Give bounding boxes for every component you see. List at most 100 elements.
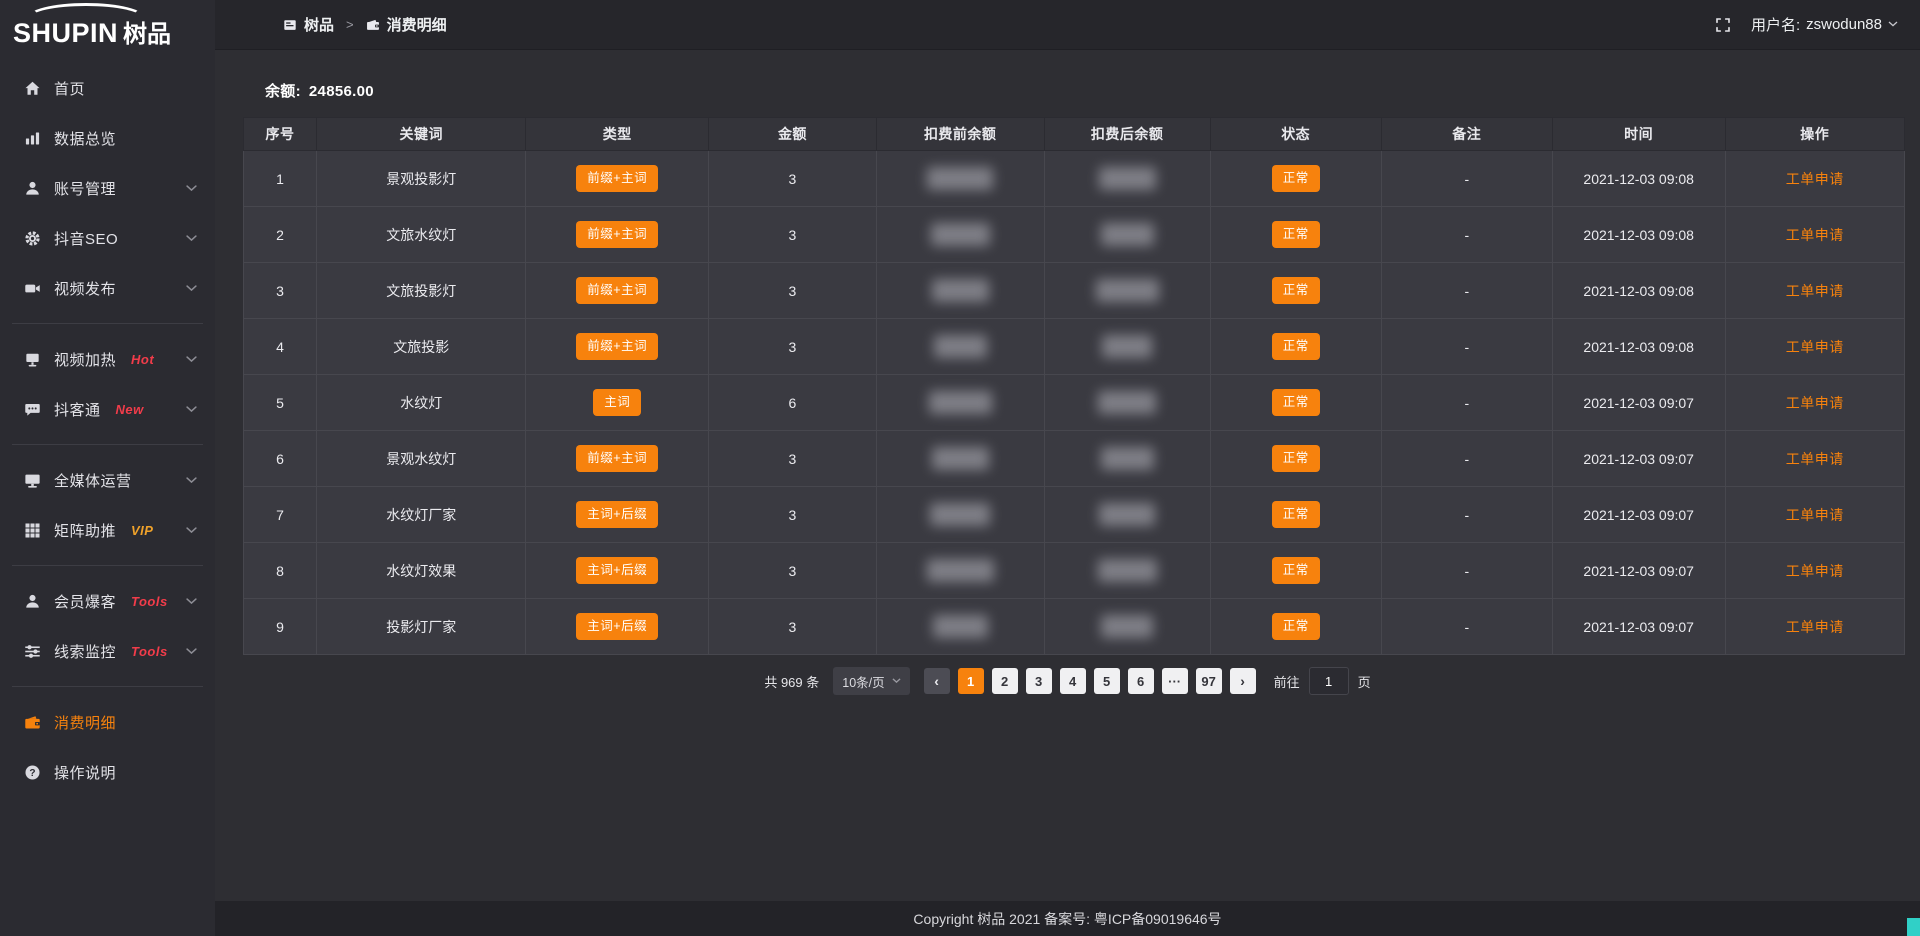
index-cell: 2	[244, 207, 317, 263]
user-area: 用户名: zswodun88	[1715, 14, 1898, 35]
user-menu[interactable]: 用户名: zswodun88	[1751, 14, 1898, 35]
next-page-button[interactable]: ›	[1230, 668, 1256, 694]
redacted-value	[932, 279, 989, 302]
type-cell: 前缀+主词	[526, 151, 709, 207]
page-button-2[interactable]: 2	[992, 668, 1018, 694]
index-cell: 6	[244, 431, 317, 487]
prev-page-button[interactable]: ‹	[924, 668, 950, 694]
work-order-link[interactable]: 工单申请	[1786, 507, 1844, 523]
remark-cell: -	[1381, 599, 1552, 655]
work-order-link[interactable]: 工单申请	[1786, 451, 1844, 467]
action-cell: 工单申请	[1725, 207, 1904, 263]
goto-page-input[interactable]	[1309, 667, 1349, 695]
logo-text-cn: 树品	[123, 14, 171, 49]
logo[interactable]: SHUPIN 树品	[0, 0, 215, 55]
index-cell: 7	[244, 487, 317, 543]
sidebar-item-clue-monitor[interactable]: 线索监控Tools	[0, 626, 215, 676]
work-order-link[interactable]: 工单申请	[1786, 563, 1844, 579]
sidebar-item-data-overview[interactable]: 数据总览	[0, 113, 215, 163]
sidebar-item-douyin-seo[interactable]: 抖音SEO	[0, 213, 215, 263]
redacted-value	[1102, 335, 1152, 358]
chevron-down-icon	[186, 235, 197, 242]
amount-cell: 3	[709, 319, 877, 375]
chevron-down-icon	[186, 477, 197, 484]
work-order-link[interactable]: 工单申请	[1786, 171, 1844, 187]
status-cell: 正常	[1210, 207, 1381, 263]
balance-after-cell	[1044, 543, 1210, 599]
page-button-97[interactable]: 97	[1196, 668, 1222, 694]
balance-after-cell	[1044, 431, 1210, 487]
home-icon	[24, 80, 41, 97]
status-cell: 正常	[1210, 599, 1381, 655]
breadcrumb-label: 树品	[304, 14, 334, 35]
sidebar-item-member-booster[interactable]: 会员爆客Tools	[0, 576, 215, 626]
sidebar-item-all-media[interactable]: 全媒体运营	[0, 455, 215, 505]
work-order-link[interactable]: 工单申请	[1786, 395, 1844, 411]
keyword-cell: 景观投影灯	[317, 151, 526, 207]
amount-cell: 3	[709, 599, 877, 655]
consume-table-wrap: 序号关键词类型金额扣费前余额扣费后余额状态备注时间操作 1景观投影灯前缀+主词3…	[243, 117, 1905, 655]
chat-icon	[24, 401, 41, 418]
type-cell: 主词+后缀	[526, 599, 709, 655]
action-cell: 工单申请	[1725, 375, 1904, 431]
column-header-type: 类型	[526, 118, 709, 151]
sidebar-item-account-manage[interactable]: 账号管理	[0, 163, 215, 213]
type-badge: 前缀+主词	[576, 165, 658, 192]
corner-artifact	[1907, 918, 1920, 936]
remark-cell: -	[1381, 319, 1552, 375]
page-button-3[interactable]: 3	[1026, 668, 1052, 694]
balance-before-cell	[876, 431, 1044, 487]
sidebar-item-douketong[interactable]: 抖客通New	[0, 384, 215, 434]
breadcrumb-item-shupin[interactable]: 树品	[283, 14, 334, 35]
status-cell: 正常	[1210, 431, 1381, 487]
sidebar-item-label: 操作说明	[54, 762, 116, 783]
keyword-cell: 投影灯厂家	[317, 599, 526, 655]
status-cell: 正常	[1210, 151, 1381, 207]
keyword-cell: 水纹灯	[317, 375, 526, 431]
sidebar-item-video-heat[interactable]: 视频加热Hot	[0, 334, 215, 384]
sidebar-item-video-publish[interactable]: 视频发布	[0, 263, 215, 313]
amount-cell: 3	[709, 151, 877, 207]
page-ellipsis-button[interactable]: ···	[1162, 668, 1188, 694]
work-order-link[interactable]: 工单申请	[1786, 227, 1844, 243]
page-button-1[interactable]: 1	[958, 668, 984, 694]
breadcrumb-item-consume-detail[interactable]: 消费明细	[366, 14, 447, 35]
type-badge: 前缀+主词	[576, 221, 658, 248]
index-cell: 9	[244, 599, 317, 655]
sidebar-item-instructions[interactable]: ?操作说明	[0, 747, 215, 797]
column-header-time: 时间	[1552, 118, 1725, 151]
sidebar-item-home[interactable]: 首页	[0, 63, 215, 113]
chevron-down-icon	[186, 356, 197, 363]
balance-before-cell	[876, 263, 1044, 319]
wallet-icon	[366, 18, 380, 32]
action-cell: 工单申请	[1725, 487, 1904, 543]
consume-table: 序号关键词类型金额扣费前余额扣费后余额状态备注时间操作 1景观投影灯前缀+主词3…	[243, 117, 1905, 655]
logo-text-en: SHUPIN	[13, 18, 118, 49]
sidebar-item-label: 抖客通	[54, 399, 101, 420]
sidebar-item-consume-detail[interactable]: 消费明细	[0, 697, 215, 747]
fullscreen-icon[interactable]	[1715, 17, 1731, 33]
page-size-select[interactable]: 10条/页	[833, 667, 909, 695]
table-row: 7水纹灯厂家主词+后缀3正常-2021-12-03 09:07工单申请	[244, 487, 1905, 543]
page-button-5[interactable]: 5	[1094, 668, 1120, 694]
status-badge: 正常	[1272, 389, 1320, 416]
sidebar-item-label: 会员爆客	[54, 591, 116, 612]
redacted-value	[929, 391, 992, 414]
dashboard-icon	[283, 18, 297, 32]
page-button-4[interactable]: 4	[1060, 668, 1086, 694]
redacted-value	[927, 167, 993, 190]
status-cell: 正常	[1210, 263, 1381, 319]
index-cell: 5	[244, 375, 317, 431]
main-content: 余额:24856.00 序号关键词类型金额扣费前余额扣费后余额状态备注时间操作 …	[215, 50, 1920, 901]
column-header-index: 序号	[244, 118, 317, 151]
work-order-link[interactable]: 工单申请	[1786, 283, 1844, 299]
sidebar-item-matrix-boost[interactable]: 矩阵助推VIP	[0, 505, 215, 555]
page-button-6[interactable]: 6	[1128, 668, 1154, 694]
work-order-link[interactable]: 工单申请	[1786, 339, 1844, 355]
menu-divider	[12, 686, 203, 687]
sidebar-item-badge: Hot	[131, 352, 154, 367]
work-order-link[interactable]: 工单申请	[1786, 619, 1844, 635]
redacted-value	[932, 447, 989, 470]
remark-cell: -	[1381, 431, 1552, 487]
balance-value: 24856.00	[309, 83, 374, 100]
